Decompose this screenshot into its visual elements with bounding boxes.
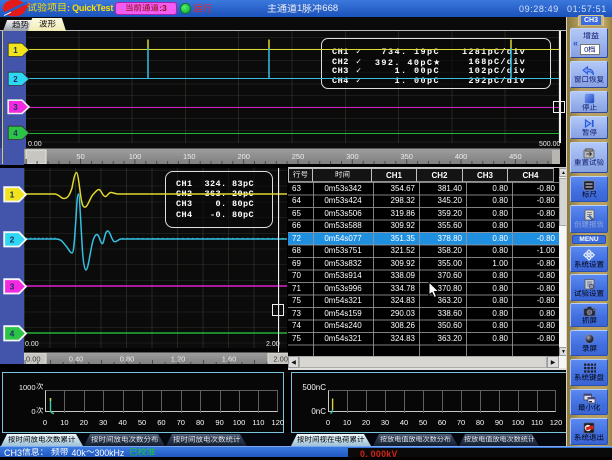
svg-text:450: 450 (509, 152, 522, 161)
svg-text:250: 250 (292, 152, 305, 161)
svg-text:2.00: 2.00 (273, 355, 288, 364)
svg-text:0.80: 0.80 (120, 355, 135, 364)
svg-text:1: 1 (10, 189, 15, 199)
svg-text:100: 100 (129, 152, 142, 161)
svg-text:1.60: 1.60 (222, 355, 237, 364)
svg-text:50: 50 (76, 152, 84, 161)
svg-text:200: 200 (237, 152, 250, 161)
svg-text:0.00: 0.00 (26, 355, 41, 364)
svg-text:150: 150 (183, 152, 196, 161)
svg-text:2: 2 (13, 74, 18, 83)
svg-text:350: 350 (400, 152, 413, 161)
svg-text:400: 400 (455, 152, 468, 161)
svg-text:0.40: 0.40 (69, 355, 84, 364)
svg-text:3: 3 (13, 103, 18, 112)
svg-text:1.20: 1.20 (171, 355, 186, 364)
svg-text:2: 2 (10, 234, 15, 244)
svg-text:300: 300 (346, 152, 359, 161)
svg-text:1: 1 (13, 45, 18, 54)
svg-text:3: 3 (10, 281, 15, 291)
svg-text:4: 4 (10, 328, 15, 338)
svg-text:4: 4 (13, 129, 18, 138)
